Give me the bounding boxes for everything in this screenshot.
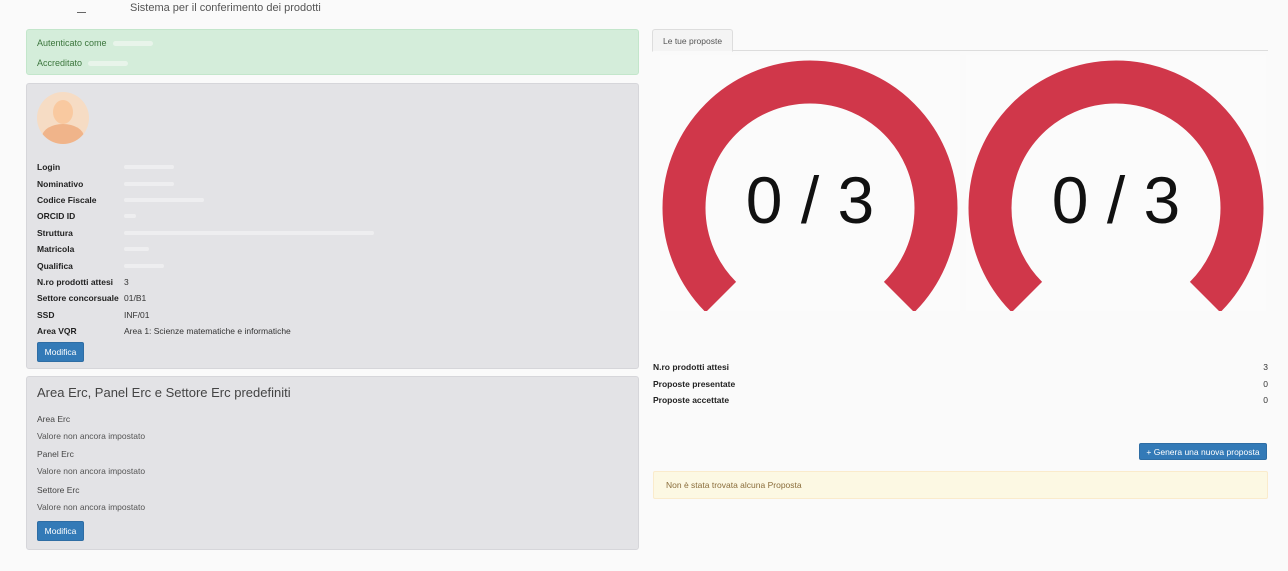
accredited-row: Accreditato bbox=[37, 58, 129, 68]
edit-profile-button[interactable]: Modifica bbox=[37, 342, 84, 362]
profile-field-label: Nominativo bbox=[37, 178, 84, 189]
profile-field-label: Settore concorsuale bbox=[37, 293, 119, 304]
redacted-value bbox=[124, 165, 174, 170]
profile-field-label: Login bbox=[37, 162, 61, 173]
accredited-label: Accreditato bbox=[37, 58, 83, 68]
summary-label: N.ro prodotti attesi bbox=[653, 362, 730, 373]
profile-field-value: Area 1: Scienze matematiche e informatic… bbox=[124, 326, 291, 337]
proposals-summary: N.ro prodotti attesi 3 Proposte presenta… bbox=[653, 359, 1268, 409]
profile-field-label: Area VQR bbox=[37, 326, 77, 337]
erc-panel: Area Erc, Panel Erc e Settore Erc predef… bbox=[26, 376, 639, 550]
proposals-tabs: Le tue proposte bbox=[652, 29, 1268, 52]
gauge-value-text: 0 / 3 bbox=[1052, 163, 1180, 237]
redacted-value bbox=[124, 181, 174, 186]
profile-field-label: SSD bbox=[37, 309, 55, 320]
summary-label: Proposte presentate bbox=[653, 378, 736, 389]
no-proposals-alert: Non è stata trovata alcuna Proposta bbox=[653, 471, 1268, 499]
gauge-chart: 0 / 3 bbox=[662, 60, 958, 313]
gauge-proposte-accettate: 0 / 3 bbox=[966, 55, 1266, 313]
erc-panel-title: Area Erc, Panel Erc e Settore Erc predef… bbox=[37, 385, 291, 400]
authenticated-label: Autenticato come bbox=[37, 38, 107, 48]
profile-field-row: N.ro prodotti attesi 3 bbox=[37, 274, 374, 290]
redacted-value bbox=[124, 214, 136, 219]
profile-field-row: Nominativo bbox=[37, 175, 374, 191]
profile-field-label: Qualifica bbox=[37, 260, 73, 271]
redacted-value bbox=[124, 247, 149, 252]
profile-field-label: Matricola bbox=[37, 244, 75, 255]
profile-field-label: N.ro prodotti attesi bbox=[37, 276, 114, 287]
profile-field-row: SSD INF/01 bbox=[37, 307, 374, 323]
redacted-value bbox=[124, 197, 204, 202]
profile-field-row: Struttura bbox=[37, 225, 374, 241]
new-proposal-button[interactable]: + Genera una nuova proposta bbox=[1139, 443, 1267, 460]
summary-value: 0 bbox=[1263, 395, 1268, 406]
summary-value: 3 bbox=[1263, 362, 1268, 373]
profile-fields: Login Nominativo Codice Fiscale ORCID ID Str… bbox=[37, 159, 374, 339]
settore-erc-value: Valore non ancora impostato bbox=[37, 502, 146, 512]
panel-erc-label: Panel Erc bbox=[37, 449, 74, 459]
redacted-accreditation bbox=[88, 61, 129, 67]
profile-field-value: 3 bbox=[124, 276, 129, 287]
settore-erc-label: Settore Erc bbox=[37, 485, 80, 495]
header-dash bbox=[77, 12, 86, 13]
summary-value: 0 bbox=[1263, 378, 1268, 389]
profile-field-row: Area VQR Area 1: Scienze matematiche e in… bbox=[37, 323, 374, 339]
panel-erc-value: Valore non ancora impostato bbox=[37, 466, 146, 476]
area-erc-value: Valore non ancora impostato bbox=[37, 431, 146, 441]
app-subtitle: Sistema per il conferimento dei prodotti bbox=[130, 2, 321, 14]
auth-status-box: Autenticato come Accreditato bbox=[26, 29, 639, 75]
profile-field-label: Struttura bbox=[37, 227, 73, 238]
profile-field-label: ORCID ID bbox=[37, 211, 76, 222]
summary-row: N.ro prodotti attesi 3 bbox=[653, 359, 1268, 376]
profile-field-label: Codice Fiscale bbox=[37, 194, 97, 205]
profile-field-row: Settore concorsuale 01/B1 bbox=[37, 290, 374, 306]
profile-field-row: ORCID ID bbox=[37, 208, 374, 224]
gauge-proposte-presentate: 0 / 3 bbox=[660, 55, 960, 313]
gauge-chart: 0 / 3 bbox=[968, 60, 1264, 313]
profile-field-row: Login bbox=[37, 159, 374, 175]
gauge-value-text: 0 / 3 bbox=[746, 163, 874, 237]
redacted-user bbox=[112, 41, 153, 47]
authenticated-row: Autenticato come bbox=[37, 38, 153, 48]
redacted-value bbox=[124, 263, 164, 268]
profile-field-row: Qualifica bbox=[37, 257, 374, 273]
profile-field-value: INF/01 bbox=[124, 309, 150, 320]
area-erc-label: Area Erc bbox=[37, 414, 71, 424]
summary-row: Proposte accettate 0 bbox=[653, 392, 1268, 409]
edit-erc-button[interactable]: Modifica bbox=[37, 521, 84, 541]
summary-label: Proposte accettate bbox=[653, 395, 730, 406]
tab-le-tue-proposte[interactable]: Le tue proposte bbox=[652, 29, 734, 52]
profile-field-row: Matricola bbox=[37, 241, 374, 257]
profile-panel: Login Nominativo Codice Fiscale ORCID ID Str… bbox=[26, 83, 639, 369]
avatar bbox=[37, 92, 89, 144]
summary-row: Proposte presentate 0 bbox=[653, 376, 1268, 393]
redacted-value bbox=[124, 230, 374, 235]
profile-field-value: 01/B1 bbox=[124, 293, 147, 304]
profile-field-row: Codice Fiscale bbox=[37, 192, 374, 208]
